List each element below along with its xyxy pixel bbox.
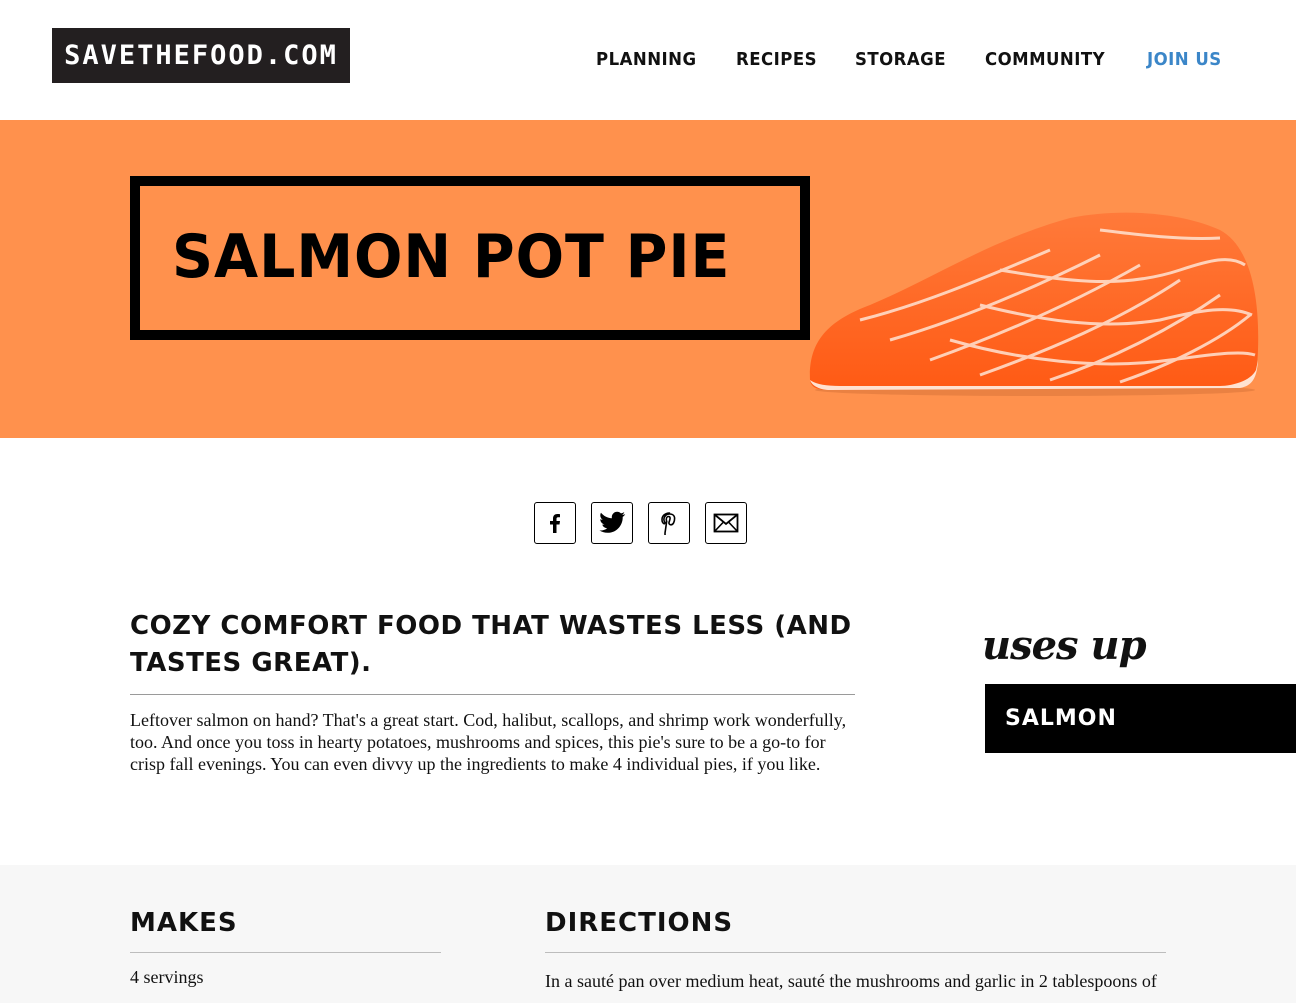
makes-section: MAKES 4 servings: [130, 905, 441, 988]
intro-heading: COZY COMFORT FOOD THAT WASTES LESS (AND …: [130, 608, 855, 695]
recipe-intro: COZY COMFORT FOOD THAT WASTES LESS (AND …: [130, 608, 855, 775]
share-facebook-button[interactable]: [534, 502, 576, 544]
nav-storage[interactable]: STORAGE: [855, 48, 946, 72]
share-bar: [534, 502, 747, 544]
facebook-icon: [550, 514, 560, 533]
title-frame: SALMON POT PIE: [130, 176, 810, 340]
directions-section: DIRECTIONS In a sauté pan over medium he…: [545, 905, 1166, 992]
recipe-details: MAKES 4 servings DIRECTIONS In a sauté p…: [0, 865, 1296, 1003]
hero-banner: SALMON POT PIE: [0, 120, 1296, 438]
nav-community[interactable]: COMMUNITY: [985, 48, 1105, 72]
nav-planning[interactable]: PLANNING: [596, 48, 697, 72]
site-logo[interactable]: SAVETHEFOOD.COM: [52, 28, 350, 83]
share-email-button[interactable]: [705, 502, 747, 544]
directions-heading: DIRECTIONS: [545, 905, 1166, 953]
site-header: SAVETHEFOOD.COM PLANNING RECIPES STORAGE…: [0, 0, 1296, 120]
main-nav: PLANNING RECIPES STORAGE COMMUNITY JOIN …: [596, 48, 1228, 72]
intro-text: Leftover salmon on hand? That's a great …: [130, 710, 847, 774]
share-pinterest-button[interactable]: [648, 502, 690, 544]
directions-step-text: In a sauté pan over medium heat, sauté t…: [545, 971, 1157, 991]
page-title: SALMON POT PIE: [172, 222, 731, 292]
email-icon: [713, 513, 739, 533]
nav-join-us[interactable]: JOIN US: [1147, 48, 1222, 72]
uses-up-ingredient-tag[interactable]: SALMON: [985, 684, 1296, 753]
salmon-image: [809, 212, 1259, 396]
makes-heading: MAKES: [130, 905, 441, 953]
nav-recipes[interactable]: RECIPES: [736, 48, 817, 72]
twitter-icon: [599, 511, 626, 533]
pinterest-icon: [661, 512, 676, 535]
share-twitter-button[interactable]: [591, 502, 633, 544]
uses-up-label: uses up: [982, 622, 1147, 669]
makes-value: 4 servings: [130, 967, 204, 987]
